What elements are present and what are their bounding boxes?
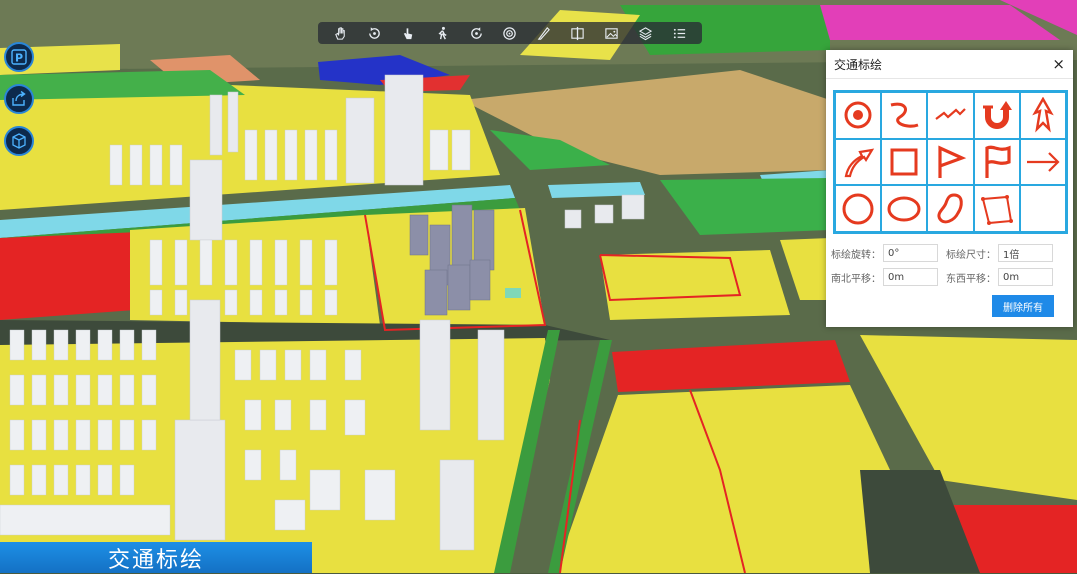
s-curve-symbol-icon[interactable] xyxy=(881,92,928,139)
walk-icon[interactable] xyxy=(432,23,452,43)
size-input[interactable] xyxy=(998,244,1053,262)
select-icon[interactable] xyxy=(399,23,419,43)
triangle-flag-symbol-icon[interactable] xyxy=(927,138,974,186)
square-symbol-icon[interactable] xyxy=(881,138,928,186)
panel-header: 交通标绘 × xyxy=(826,50,1073,79)
shift-row: 南北平移： 东西平移： xyxy=(831,266,1066,288)
red-parcel xyxy=(0,232,140,320)
close-icon[interactable]: × xyxy=(1052,56,1065,72)
image-icon[interactable] xyxy=(601,23,621,43)
ellipse-symbol-icon[interactable] xyxy=(881,185,928,232)
target-symbol-icon[interactable] xyxy=(835,92,882,139)
zigzag-symbol-icon[interactable] xyxy=(927,92,974,139)
rotation-input[interactable] xyxy=(883,244,938,262)
circle-symbol-icon[interactable] xyxy=(835,185,882,232)
flag-symbol-icon[interactable] xyxy=(973,138,1020,186)
fly-icon[interactable] xyxy=(466,23,486,43)
delete-all-button[interactable]: 删除所有 xyxy=(992,295,1054,317)
split-icon[interactable] xyxy=(568,23,588,43)
cube-button[interactable] xyxy=(4,126,34,156)
share-icon xyxy=(12,90,26,106)
right-arrow-symbol-icon[interactable] xyxy=(1019,138,1066,186)
parking-button[interactable]: P xyxy=(4,42,34,72)
ns-shift-input[interactable] xyxy=(883,268,938,286)
traffic-plot-panel: 交通标绘 × 标绘旋转： 0° 标绘尺寸： 1倍 南北平移： 0m 东西平移： … xyxy=(826,50,1073,327)
rotation-label: 标绘旋转： xyxy=(831,249,881,261)
pan-icon[interactable] xyxy=(331,23,351,43)
module-title: 交通标绘 xyxy=(107,547,204,573)
curved-arrow-symbol-icon[interactable] xyxy=(835,138,882,186)
symbol-grid xyxy=(833,90,1068,234)
cube-icon xyxy=(12,133,26,149)
svg-text:P: P xyxy=(15,52,23,65)
size-label: 标绘尺寸： xyxy=(946,249,996,261)
layers-icon[interactable] xyxy=(635,23,655,43)
ns-shift-label: 南北平移： xyxy=(831,273,881,285)
empty-symbol-cell xyxy=(1019,185,1066,232)
measure-icon[interactable] xyxy=(534,23,554,43)
list-icon[interactable] xyxy=(669,23,689,43)
panel-title: 交通标绘 xyxy=(834,57,883,72)
freeform-symbol-icon[interactable] xyxy=(927,185,974,232)
u-turn-arrow-symbol-icon[interactable] xyxy=(973,92,1020,139)
ew-shift-label: 东西平移： xyxy=(946,273,996,285)
rotate-icon[interactable] xyxy=(365,23,385,43)
rotation-size-row: 标绘旋转： 标绘尺寸： xyxy=(831,242,1066,264)
target-icon[interactable] xyxy=(500,23,520,43)
double-arrow-symbol-icon[interactable] xyxy=(1019,92,1066,139)
share-button[interactable] xyxy=(4,84,34,114)
polygon-symbol-icon[interactable] xyxy=(973,185,1020,232)
parking-icon: P xyxy=(11,49,27,65)
ew-shift-input[interactable] xyxy=(998,268,1053,286)
module-title-bar: 交通标绘 xyxy=(0,542,312,573)
top-toolbar xyxy=(318,22,702,44)
